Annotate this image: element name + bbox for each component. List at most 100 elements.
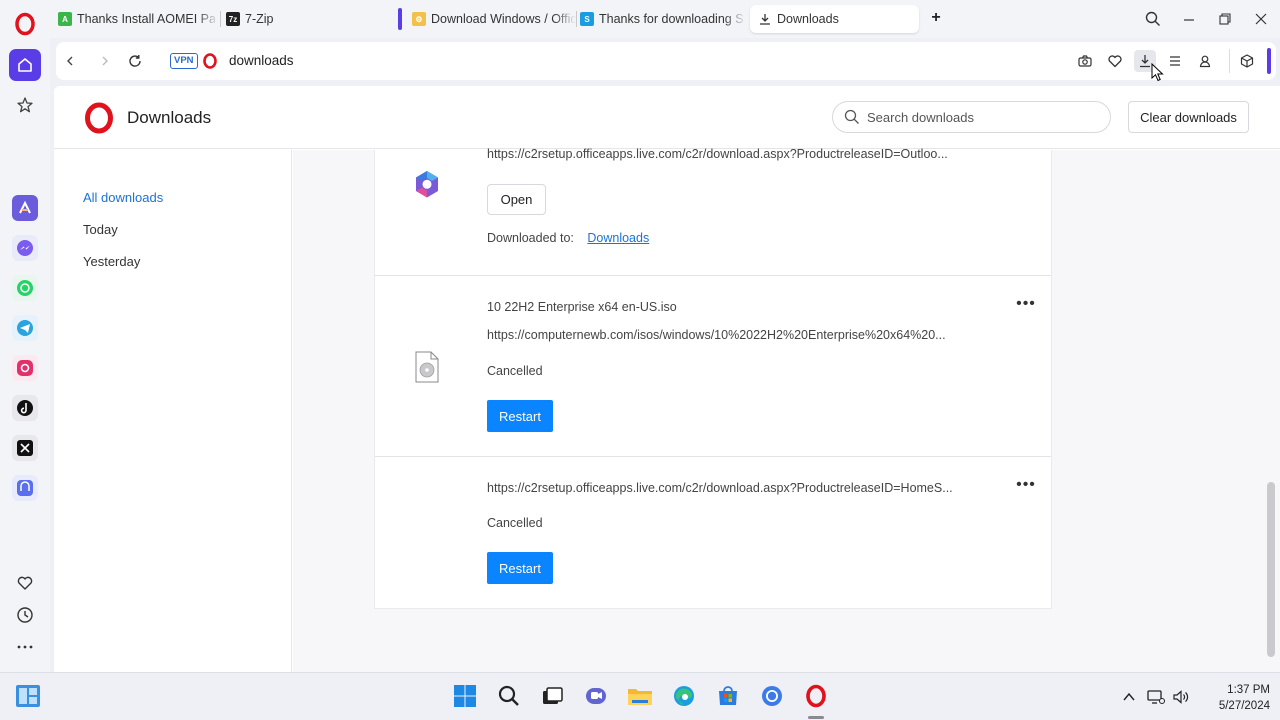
more-horizontal-icon	[17, 645, 33, 649]
cube-icon	[1240, 54, 1254, 68]
home-button[interactable]	[9, 49, 41, 81]
profile-button[interactable]	[1194, 50, 1216, 72]
reload-icon	[129, 55, 141, 67]
minimize-icon	[1184, 19, 1194, 21]
page-title: Downloads	[127, 108, 212, 127]
tab-7zip[interactable]: 7z 7-Zip	[218, 5, 388, 33]
url-field[interactable]: downloads	[229, 53, 294, 68]
telegram-app-button[interactable]	[12, 315, 38, 341]
easy-setup-button[interactable]	[1164, 50, 1186, 72]
tab-title: Thanks for downloading Setup	[599, 12, 744, 26]
clock-date: 5/27/2024	[1218, 700, 1270, 712]
tab-search-button[interactable]	[1140, 6, 1166, 32]
sidebar-item-today[interactable]: Today	[83, 222, 118, 237]
download-url[interactable]: https://computernewb.com/isos/windows/10…	[487, 328, 946, 342]
opera-taskbar-button[interactable]	[802, 682, 830, 710]
opera-logo-icon	[85, 102, 113, 134]
taskbar-search-button[interactable]	[495, 682, 523, 710]
close-window-button[interactable]	[1248, 6, 1274, 32]
whatsapp-app-button[interactable]	[12, 275, 38, 301]
download-url[interactable]: https://c2rsetup.officeapps.live.com/c2r…	[487, 481, 953, 495]
messenger-app-button[interactable]	[12, 235, 38, 261]
downloads-content: https://c2rsetup.officeapps.live.com/c2r…	[293, 147, 1280, 672]
x-app-button[interactable]	[12, 435, 38, 461]
more-options-button[interactable]: •••	[1016, 477, 1036, 493]
restart-button[interactable]: Restart	[487, 400, 553, 432]
downloaded-to-label: Downloaded to:	[487, 231, 574, 245]
widgets-icon	[16, 685, 40, 707]
aria-app-button[interactable]	[12, 195, 38, 221]
network-icon	[1147, 690, 1165, 704]
downloads-folder-link[interactable]: Downloads	[587, 231, 649, 245]
windows-start-icon	[454, 685, 476, 707]
downloads-list: https://c2rsetup.officeapps.live.com/c2r…	[374, 147, 1052, 609]
mouse-cursor-icon	[1151, 63, 1164, 82]
tab-aomei[interactable]: A Thanks Install AOMEI Partition Assista…	[50, 5, 215, 33]
opera-menu-icon[interactable]	[13, 12, 37, 36]
new-tab-button[interactable]: +	[927, 9, 945, 27]
aria-icon	[19, 200, 31, 214]
home-icon	[18, 58, 32, 72]
task-view-icon	[543, 687, 563, 704]
start-button[interactable]	[451, 682, 479, 710]
download-favicon-icon	[760, 14, 770, 25]
tab-strip: A Thanks Install AOMEI Partition Assista…	[50, 0, 1280, 38]
history-button[interactable]	[13, 603, 37, 627]
chevron-right-icon	[102, 56, 108, 66]
snapshot-button[interactable]	[1074, 50, 1096, 72]
tab-title: 7-Zip	[245, 12, 274, 26]
menu-lines-icon	[1170, 56, 1180, 66]
task-view-button[interactable]	[538, 682, 566, 710]
extensions-button[interactable]	[1236, 50, 1258, 72]
sidebar-more-button[interactable]	[13, 635, 37, 659]
search-icon	[844, 109, 859, 124]
show-hidden-icons-button[interactable]	[1120, 688, 1138, 706]
tiktok-icon	[17, 400, 33, 416]
tab-download-windows[interactable]: ⚙ Download Windows / Office	[404, 5, 576, 33]
plus-icon: +	[931, 9, 941, 26]
edge-button[interactable]	[670, 682, 698, 710]
restart-button[interactable]: Restart	[487, 552, 553, 584]
teams-chat-button[interactable]	[582, 682, 610, 710]
clock-icon	[17, 607, 33, 623]
reload-button[interactable]	[124, 50, 146, 72]
file-explorer-button[interactable]	[626, 682, 654, 710]
vpn-badge[interactable]: VPN	[170, 53, 198, 69]
taskbar-clock[interactable]: 1:37 PM 5/27/2024	[1196, 682, 1270, 714]
page-scrollbar[interactable]	[1267, 482, 1275, 657]
bookmark-button[interactable]	[1104, 50, 1126, 72]
open-button[interactable]: Open	[487, 184, 546, 215]
chrome-button[interactable]	[758, 682, 786, 710]
forward-button[interactable]	[94, 50, 116, 72]
restore-button[interactable]	[1212, 6, 1238, 32]
network-button[interactable]	[1147, 688, 1165, 706]
download-filename[interactable]: 10 22H2 Enterprise x64 en-US.iso	[487, 300, 677, 314]
sidebar-item-yesterday[interactable]: Yesterday	[83, 254, 140, 269]
more-options-button[interactable]: •••	[1016, 296, 1036, 312]
workspace-accent-bar	[1267, 48, 1271, 74]
address-bar: VPN downloads	[56, 42, 1276, 80]
player-app-button[interactable]	[12, 475, 38, 501]
downloaded-to: Downloaded to: Downloads	[487, 231, 649, 245]
tiktok-app-button[interactable]	[12, 395, 38, 421]
tab-downloads[interactable]: Downloads	[750, 5, 919, 33]
7zip-favicon-icon: 7z	[226, 12, 240, 26]
downloads-sidebar: All downloads Today Yesterday	[54, 150, 292, 672]
volume-button[interactable]	[1172, 688, 1190, 706]
sidebar-item-all-downloads[interactable]: All downloads	[83, 190, 163, 205]
search-icon	[1145, 11, 1160, 26]
my-flow-button[interactable]	[13, 571, 37, 595]
search-box[interactable]	[832, 101, 1111, 133]
instagram-app-button[interactable]	[12, 355, 38, 381]
star-icon	[17, 97, 33, 113]
minimize-button[interactable]	[1176, 6, 1202, 32]
speed-dial-button[interactable]	[9, 89, 41, 121]
microsoft-store-button[interactable]	[714, 682, 742, 710]
search-input[interactable]	[867, 109, 1097, 125]
clear-downloads-button[interactable]: Clear downloads	[1128, 101, 1249, 133]
restore-icon	[1219, 13, 1231, 25]
download-url[interactable]: https://c2rsetup.officeapps.live.com/c2r…	[487, 147, 948, 161]
tab-thanks-setup[interactable]: S Thanks for downloading Setup	[572, 5, 744, 33]
widgets-button[interactable]	[14, 682, 42, 710]
back-button[interactable]	[59, 50, 81, 72]
